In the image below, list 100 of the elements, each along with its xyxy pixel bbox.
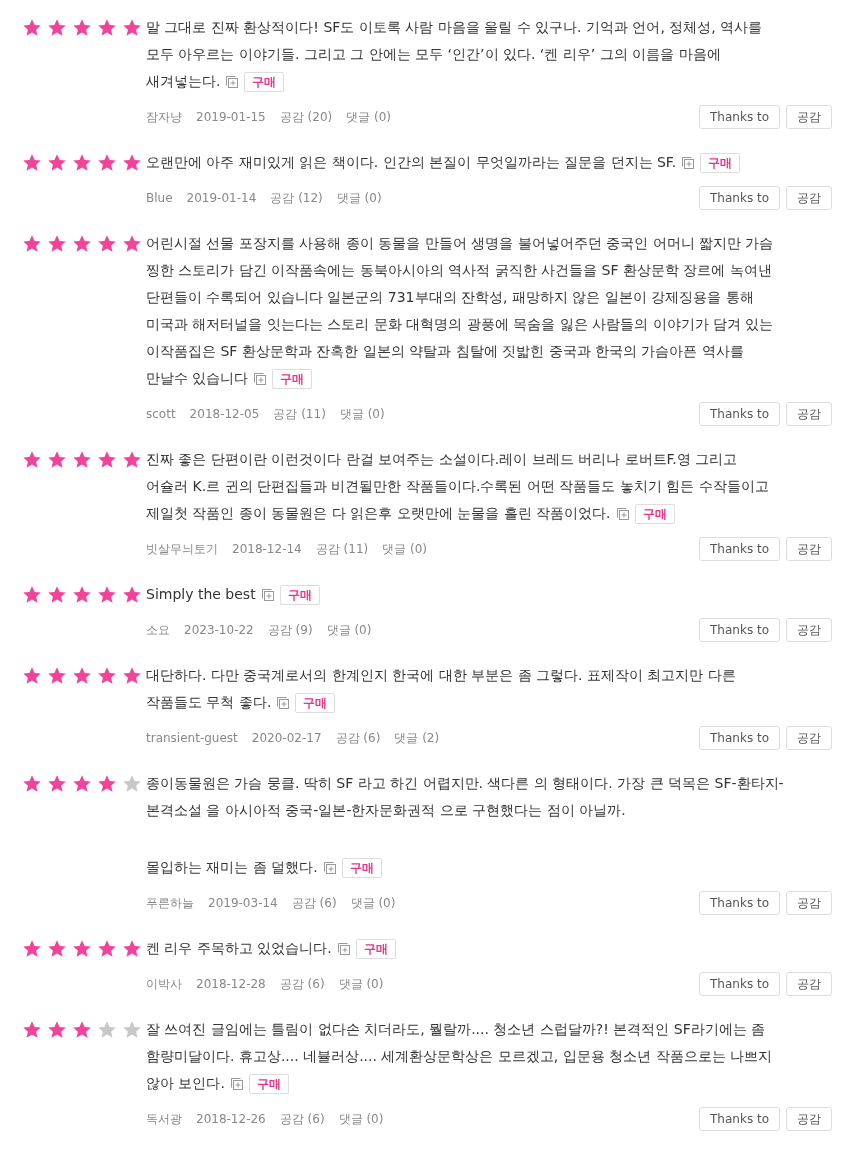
star-icon: [47, 152, 67, 173]
thanks-button[interactable]: Thanks to: [699, 402, 780, 426]
comment-count: 댓글 (0): [338, 1111, 384, 1128]
thanks-button[interactable]: Thanks to: [699, 186, 780, 210]
like-count: 공감 (6): [335, 730, 381, 747]
like-button[interactable]: 공감: [786, 1107, 832, 1131]
star-icon: [72, 665, 92, 686]
thanks-button[interactable]: Thanks to: [699, 891, 780, 915]
expand-icon[interactable]: [277, 696, 290, 709]
star-icon: [122, 17, 142, 38]
review-text: 진짜 좋은 단편이란 이런것이다 란걸 보여주는 소설이다.레이 브레드 버리나 로버트F.영 그리고: [146, 450, 738, 469]
review-text: 몰입하는 재미는 좀 덜했다.: [146, 858, 318, 877]
purchase-badge: 구매: [248, 1073, 289, 1094]
thanks-button[interactable]: Thanks to: [699, 972, 780, 996]
star-icon: [97, 938, 117, 959]
review-text: 오랜만에 아주 재미있게 읽은 책이다. 인간의 본질이 무엇일까라는 질문을 던지는 SF.: [146, 153, 677, 172]
like-count: 공감 (12): [270, 190, 323, 207]
like-count: 공감 (6): [279, 976, 325, 993]
like-button[interactable]: 공감: [786, 726, 832, 750]
star-icon: [47, 938, 67, 959]
star-icon: [47, 773, 67, 794]
review-text: 미국과 해저터널을 잇는다는 스토리 문화 대혁명의 광풍에 목숨을 잃은 사람들의 이야기가 담겨 있는: [146, 315, 774, 334]
review-date: 2019-01-15: [196, 109, 266, 126]
star-icon: [47, 449, 67, 470]
review-author: 소요: [146, 622, 170, 639]
star-icon: [72, 1019, 92, 1040]
expand-icon[interactable]: [261, 588, 274, 601]
thanks-button[interactable]: Thanks to: [699, 105, 780, 129]
thanks-button[interactable]: Thanks to: [699, 726, 780, 750]
expand-icon[interactable]: [230, 1077, 243, 1090]
comment-count: 댓글 (0): [346, 109, 391, 126]
star-icon: [72, 152, 92, 173]
star-icon: [22, 938, 42, 959]
star-icon: [22, 233, 42, 254]
thanks-button[interactable]: Thanks to: [699, 618, 780, 642]
review-author: scott: [146, 406, 176, 423]
review-text: 말 그대로 진짜 환상적이다! SF도 이토록 사람 마음을 울릴 수 있구나. 기억과 언어, 정체성, 역사를: [146, 18, 763, 37]
like-button[interactable]: 공감: [786, 186, 832, 210]
review-date: 2019-03-14: [208, 895, 278, 912]
purchase-badge: 구매: [279, 584, 320, 605]
review-text: 켄 리우 주목하고 있었습니다.: [146, 939, 332, 958]
comment-count: 댓글 (0): [336, 190, 382, 207]
expand-icon[interactable]: [254, 372, 267, 385]
review-text: Simply the best: [146, 585, 256, 604]
review-text: 모두 아우르는 이야기들. 그리고 그 안에는 모두 ‘인간’이 있다. ‘켄 리우’ 그의 이름을 마음에: [146, 45, 721, 64]
review-text: 찡한 스토리가 담긴 이작품속에는 동북아시아의 역사적 굵직한 사건들을 SF 환상문학 장르에 녹여낸: [146, 261, 772, 280]
comment-count: 댓글 (0): [382, 541, 427, 558]
star-icon: [47, 665, 67, 686]
review-text: 않아 보인다.: [146, 1074, 225, 1093]
like-button[interactable]: 공감: [786, 537, 832, 561]
star-icon: [122, 233, 142, 254]
star-icon: [72, 233, 92, 254]
expand-icon[interactable]: [323, 861, 336, 874]
review-text: 어슐러 K.르 귄의 단편집들과 비견될만한 작품들이다.수록된 어떤 작품들도 놓치기 힘든 수작들이고: [146, 477, 769, 496]
star-icon: [97, 584, 117, 605]
like-button[interactable]: 공감: [786, 105, 832, 129]
star-icon: [97, 449, 117, 470]
expand-icon[interactable]: [337, 942, 350, 955]
purchase-badge: 구매: [244, 71, 285, 92]
review-text: 작품들도 무척 좋다.: [146, 693, 272, 712]
comment-count: 댓글 (0): [326, 622, 372, 639]
star-icon: [97, 1019, 117, 1040]
star-icon: [47, 233, 67, 254]
review-author: 독서광: [146, 1111, 182, 1128]
like-count: 공감 (6): [279, 1111, 325, 1128]
review-date: 2019-01-14: [186, 190, 257, 207]
expand-icon[interactable]: [682, 156, 695, 169]
review-text: 함량미달이다. 휴고상.... 네뷸러상.... 세계환상문학상은 모르겠고, 입문용 청소년 작품으로는 나쁘지: [146, 1047, 773, 1066]
review-date: 2018-12-28: [196, 976, 266, 993]
star-icon: [122, 584, 142, 605]
thanks-button[interactable]: Thanks to: [699, 537, 780, 561]
like-button[interactable]: 공감: [786, 891, 832, 915]
star-icon: [47, 584, 67, 605]
like-button[interactable]: 공감: [786, 402, 832, 426]
star-icon: [97, 233, 117, 254]
review-date: 2020-02-17: [251, 730, 322, 747]
like-button[interactable]: 공감: [786, 618, 832, 642]
star-icon: [122, 449, 142, 470]
like-count: 공감 (6): [291, 895, 337, 912]
star-icon: [22, 665, 42, 686]
star-icon: [22, 449, 42, 470]
star-icon: [72, 584, 92, 605]
star-icon: [122, 665, 142, 686]
purchase-badge: 구매: [355, 938, 396, 959]
star-icon: [72, 17, 92, 38]
comment-count: 댓글 (0): [350, 895, 396, 912]
expand-icon[interactable]: [616, 507, 629, 520]
purchase-badge: 구매: [700, 152, 741, 173]
star-icon: [22, 152, 42, 173]
purchase-badge: 구매: [272, 368, 313, 389]
thanks-button[interactable]: Thanks to: [699, 1107, 780, 1131]
review-text: 새겨넣는다.: [146, 72, 221, 91]
comment-count: 댓글 (0): [339, 406, 385, 423]
review-text: 종이동물원은 가슴 뭉클. 딱히 SF 라고 하긴 어렵지만. 색다른 의 형태이다. 가장 큰 덕목은 SF-환타지-: [146, 774, 784, 793]
review-text: 본격소설 을 아시아적 중국-일본-한자문화권적 으로 구현했다는 점이 아닐까.: [146, 801, 626, 820]
like-button[interactable]: 공감: [786, 972, 832, 996]
star-icon: [72, 449, 92, 470]
expand-icon[interactable]: [226, 75, 239, 88]
review-text: 이작품집은 SF 환상문학과 잔혹한 일본의 약탈과 침탈에 짓밟힌 중국과 한국의 가슴아픈 역사를: [146, 342, 744, 361]
comment-count: 댓글 (0): [338, 976, 384, 993]
